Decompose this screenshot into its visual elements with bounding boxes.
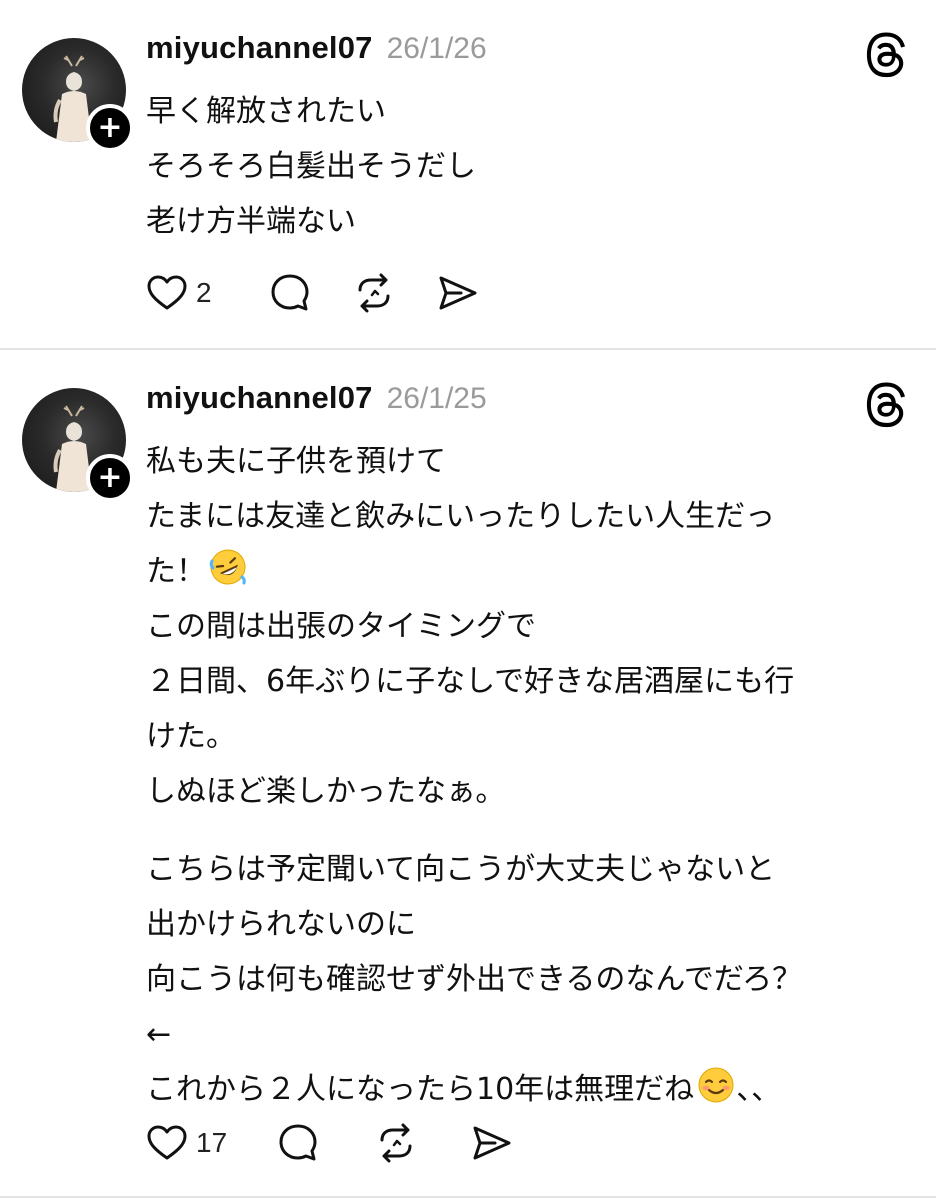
repost-icon (351, 270, 397, 316)
timestamp: 26/1/26 (386, 32, 487, 65)
like-button[interactable]: 17 (144, 1118, 227, 1168)
avatar[interactable]: + (22, 38, 134, 152)
repost-button[interactable] (373, 1118, 419, 1168)
follow-button[interactable]: + (86, 454, 134, 502)
threads-logo-icon[interactable] (866, 382, 912, 428)
post-text-line: そろそろ白髪出そうだし (146, 149, 476, 184)
timestamp: 26/1/25 (386, 382, 487, 415)
like-count: 2 (196, 277, 212, 308)
plus-icon: + (97, 110, 123, 145)
share-icon (435, 270, 481, 316)
post-text-line: 、、 (736, 1072, 782, 1107)
smiling-face-emoji (696, 1065, 736, 1105)
post-header: miyuchannel07 26/1/25 (146, 380, 487, 420)
post-body: 私も夫に子供を預けて たまには友達と飲みにいったりしたい人生だっ た！ この間は… (146, 434, 906, 1117)
post-text-line: た！ (146, 554, 206, 589)
action-bar: 2 (144, 268, 481, 318)
post-text-line: 老け方半端ない (146, 204, 356, 239)
post-text-line: こちらは予定聞いて向こうが大丈夫じゃないと (146, 852, 776, 887)
thread-post: + miyuchannel07 26/1/26 早く解放されたい そろそろ白髪出… (0, 0, 936, 348)
comment-icon (267, 270, 313, 316)
comment-button[interactable] (275, 1118, 321, 1168)
post-text-line: 出かけられないのに (146, 907, 416, 942)
post-body: 早く解放されたい そろそろ白髪出そうだし 老け方半端ない (146, 84, 906, 249)
share-button[interactable] (469, 1118, 515, 1168)
comment-button[interactable] (267, 268, 313, 318)
post-text-line: しぬほど楽しかったなぁ。 (146, 774, 506, 809)
plus-icon: + (97, 460, 123, 495)
heart-icon (144, 1120, 190, 1166)
post-text-line: 早く解放されたい (146, 94, 386, 129)
rolling-on-floor-laughing-emoji (208, 547, 248, 587)
post-text-line: 私も夫に子供を預けて (146, 444, 446, 479)
post-text-line: 向こうは何も確認せず外出できるのなんでだろ？ (146, 962, 803, 997)
post-text-line-with-emoji: これから２人になったら10年は無理だね 、、 (146, 1062, 906, 1117)
username[interactable]: miyuchannel07 (146, 30, 373, 66)
like-button[interactable]: 2 (144, 268, 212, 318)
follow-button[interactable]: + (86, 104, 134, 152)
share-icon (469, 1120, 515, 1166)
post-text-line: ２日間、6年ぶりに子なしで好きな居酒屋にも行 (146, 664, 795, 699)
post-header: miyuchannel07 26/1/26 (146, 30, 487, 70)
post-text-line: ← (146, 1017, 172, 1052)
avatar[interactable]: + (22, 388, 134, 502)
post-text-line: けた。 (146, 719, 236, 754)
heart-icon (144, 270, 190, 316)
repost-icon (373, 1120, 419, 1166)
action-bar: 17 (144, 1118, 515, 1168)
repost-button[interactable] (351, 268, 397, 318)
threads-logo-icon[interactable] (866, 32, 912, 78)
like-count: 17 (196, 1127, 228, 1158)
post-text-line: たまには友達と飲みにいったりしたい人生だっ (146, 499, 776, 534)
post-text-line: この間は出張のタイミングで (146, 609, 536, 644)
post-text-line: これから２人になったら10年は無理だね (146, 1072, 695, 1107)
share-button[interactable] (435, 268, 481, 318)
post-text-line-with-emoji: た！ (146, 544, 906, 599)
comment-icon (275, 1120, 321, 1166)
username[interactable]: miyuchannel07 (146, 380, 373, 416)
thread-post: + miyuchannel07 26/1/25 私も夫に子供を預けて たまには友… (0, 350, 936, 1200)
post-divider (0, 1196, 936, 1198)
